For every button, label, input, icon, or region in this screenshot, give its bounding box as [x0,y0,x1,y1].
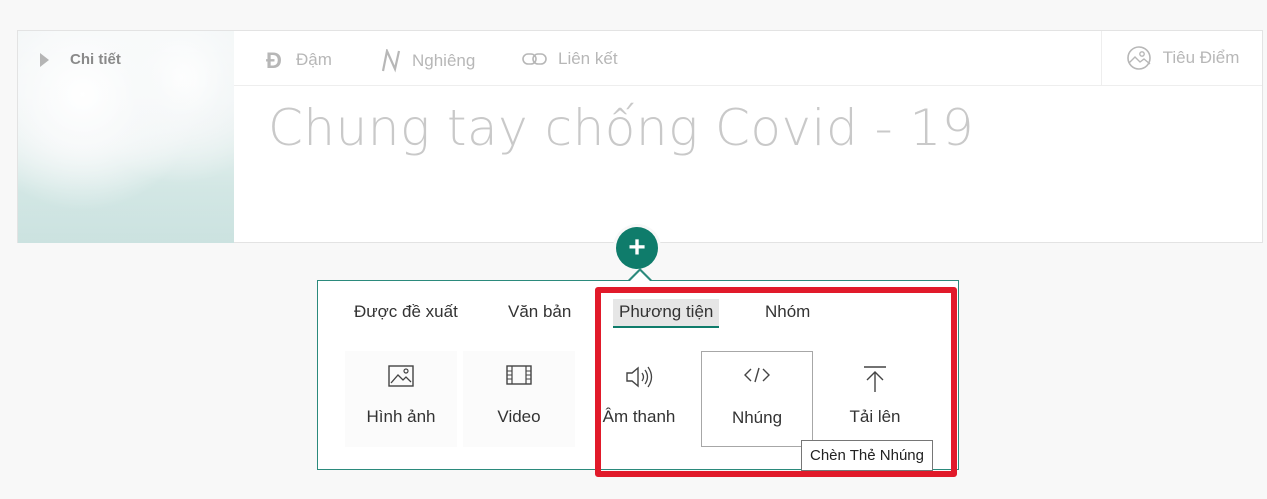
add-webpart-button[interactable]: + [616,227,658,269]
embed-tooltip: Chèn Thẻ Nhúng [801,440,933,471]
item-video[interactable]: Video [463,351,575,447]
italic-button[interactable]: Nghiêng [380,49,475,73]
text-toolbar: Đ Đậm Nghiêng Liên kết Tiêu Điểm [234,31,1262,86]
item-image[interactable]: Hình ảnh [345,351,457,447]
tab-suggested[interactable]: Được đề xuất [354,302,458,328]
tab-text[interactable]: Văn bản [508,302,571,328]
plus-icon: + [628,231,646,264]
detail-toggle[interactable]: Chi tiết [40,51,121,68]
page-title[interactable]: Chung tay chống Covid - 19 [268,99,974,157]
link-button[interactable]: Liên kết [522,49,618,69]
bold-button[interactable]: Đ Đậm [266,49,332,71]
image-icon [388,365,414,403]
link-icon [522,51,548,67]
item-label: Video [497,407,541,426]
expand-triangle-icon [40,52,49,67]
focus-icon [1125,44,1153,72]
header-image[interactable]: Chi tiết [18,31,234,243]
bold-icon: Đ [266,49,286,71]
detail-label: Chi tiết [70,51,121,68]
title-area: Chi tiết Đ Đậm Nghiêng Liên kết Tiêu Điể… [17,30,1263,243]
svg-text:Đ: Đ [266,49,282,71]
italic-icon [380,49,402,73]
film-icon [506,365,532,403]
item-label: Hình ảnh [366,407,436,426]
panel-notch-fill [630,271,650,281]
focus-button[interactable]: Tiêu Điểm [1101,31,1262,85]
